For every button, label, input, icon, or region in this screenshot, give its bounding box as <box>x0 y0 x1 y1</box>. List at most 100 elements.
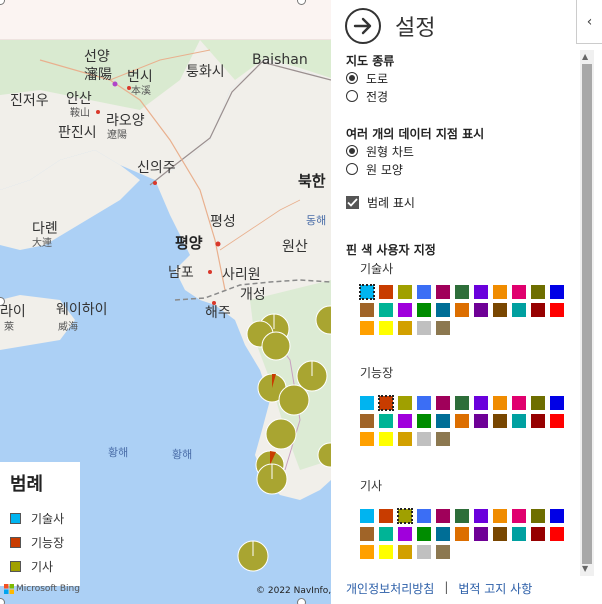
radio-road[interactable]: 도로 <box>346 69 578 87</box>
map-view[interactable]: 선양 瀋陽 번시 本溪 퉁화시 Baishan 진저우 안산 鞍山 랴오양 판진… <box>0 0 331 604</box>
resize-handle[interactable] <box>297 598 306 604</box>
color-swatch[interactable] <box>474 396 488 410</box>
color-swatch[interactable] <box>436 321 450 335</box>
color-swatch[interactable] <box>474 527 488 541</box>
color-swatch[interactable] <box>512 527 526 541</box>
color-swatch[interactable] <box>379 285 393 299</box>
color-swatch[interactable] <box>398 527 412 541</box>
color-swatch[interactable] <box>436 303 450 317</box>
settings-scrollbar[interactable]: ▲ ▼ <box>580 50 594 576</box>
color-swatch[interactable] <box>398 303 412 317</box>
color-swatch[interactable] <box>379 545 393 559</box>
color-swatch[interactable] <box>379 321 393 335</box>
color-swatch[interactable] <box>512 509 526 523</box>
color-swatch[interactable] <box>360 432 374 446</box>
color-swatch[interactable] <box>512 285 526 299</box>
color-swatch[interactable] <box>493 303 507 317</box>
color-swatch[interactable] <box>417 303 431 317</box>
color-swatch[interactable] <box>397 508 413 524</box>
pie-marker[interactable] <box>315 305 331 335</box>
color-swatch[interactable] <box>398 414 412 428</box>
scroll-up-icon[interactable]: ▲ <box>582 52 588 61</box>
scroll-down-icon[interactable]: ▼ <box>582 564 588 573</box>
color-swatch[interactable] <box>474 303 488 317</box>
radio-button[interactable] <box>346 145 358 157</box>
color-swatch[interactable] <box>398 545 412 559</box>
color-swatch[interactable] <box>550 414 564 428</box>
color-swatch[interactable] <box>360 414 374 428</box>
color-swatch[interactable] <box>417 527 431 541</box>
radio-aerial[interactable]: 전경 <box>346 87 578 105</box>
pie-marker[interactable] <box>265 418 297 450</box>
color-swatch[interactable] <box>474 414 488 428</box>
color-swatch[interactable] <box>531 285 545 299</box>
radio-button[interactable] <box>346 72 358 84</box>
color-swatch[interactable] <box>360 396 374 410</box>
radio-pie-chart[interactable]: 원형 차트 <box>346 142 578 160</box>
pie-marker[interactable] <box>256 463 288 495</box>
color-swatch[interactable] <box>436 545 450 559</box>
color-swatch[interactable] <box>550 527 564 541</box>
color-swatch[interactable] <box>531 414 545 428</box>
color-swatch[interactable] <box>436 509 450 523</box>
legal-link[interactable]: 법적 고지 사항 <box>458 580 532 597</box>
color-swatch[interactable] <box>455 527 469 541</box>
color-swatch[interactable] <box>531 396 545 410</box>
color-swatch[interactable] <box>512 414 526 428</box>
color-swatch[interactable] <box>417 432 431 446</box>
color-swatch[interactable] <box>379 414 393 428</box>
color-swatch[interactable] <box>474 285 488 299</box>
color-swatch[interactable] <box>493 527 507 541</box>
color-swatch[interactable] <box>493 285 507 299</box>
show-legend-checkbox-row[interactable]: 범례 표시 <box>346 194 578 211</box>
pie-marker[interactable] <box>261 331 291 361</box>
color-swatch[interactable] <box>379 432 393 446</box>
color-swatch[interactable] <box>550 285 564 299</box>
color-swatch[interactable] <box>550 303 564 317</box>
color-swatch[interactable] <box>550 396 564 410</box>
color-swatch[interactable] <box>360 545 374 559</box>
color-swatch[interactable] <box>417 321 431 335</box>
color-swatch[interactable] <box>398 285 412 299</box>
color-swatch[interactable] <box>493 414 507 428</box>
color-swatch[interactable] <box>436 414 450 428</box>
color-swatch[interactable] <box>417 545 431 559</box>
color-swatch[interactable] <box>378 395 394 411</box>
color-swatch[interactable] <box>512 303 526 317</box>
color-swatch[interactable] <box>493 509 507 523</box>
color-swatch[interactable] <box>531 527 545 541</box>
color-swatch[interactable] <box>531 509 545 523</box>
scroll-thumb[interactable] <box>582 64 592 564</box>
color-swatch[interactable] <box>398 321 412 335</box>
color-swatch[interactable] <box>474 509 488 523</box>
color-swatch[interactable] <box>360 321 374 335</box>
radio-button[interactable] <box>346 163 358 175</box>
color-swatch[interactable] <box>360 509 374 523</box>
color-swatch[interactable] <box>436 396 450 410</box>
color-swatch[interactable] <box>436 285 450 299</box>
color-swatch[interactable] <box>455 414 469 428</box>
color-swatch[interactable] <box>398 396 412 410</box>
pie-marker[interactable] <box>237 540 269 572</box>
color-swatch[interactable] <box>359 284 375 300</box>
color-swatch[interactable] <box>455 285 469 299</box>
color-swatch[interactable] <box>417 414 431 428</box>
color-swatch[interactable] <box>493 396 507 410</box>
color-swatch[interactable] <box>436 432 450 446</box>
color-swatch[interactable] <box>455 303 469 317</box>
color-swatch[interactable] <box>512 396 526 410</box>
pie-marker[interactable] <box>278 384 310 416</box>
color-swatch[interactable] <box>455 396 469 410</box>
color-swatch[interactable] <box>417 285 431 299</box>
color-swatch[interactable] <box>379 527 393 541</box>
show-legend-checkbox[interactable] <box>346 196 359 209</box>
color-swatch[interactable] <box>531 303 545 317</box>
color-swatch[interactable] <box>550 509 564 523</box>
color-swatch[interactable] <box>398 432 412 446</box>
privacy-link[interactable]: 개인정보처리방침 <box>346 580 434 597</box>
color-swatch[interactable] <box>417 396 431 410</box>
radio-circle[interactable]: 원 모양 <box>346 160 578 178</box>
radio-button[interactable] <box>346 90 358 102</box>
collapse-panel-button[interactable]: ‹ <box>576 0 602 44</box>
color-swatch[interactable] <box>360 527 374 541</box>
